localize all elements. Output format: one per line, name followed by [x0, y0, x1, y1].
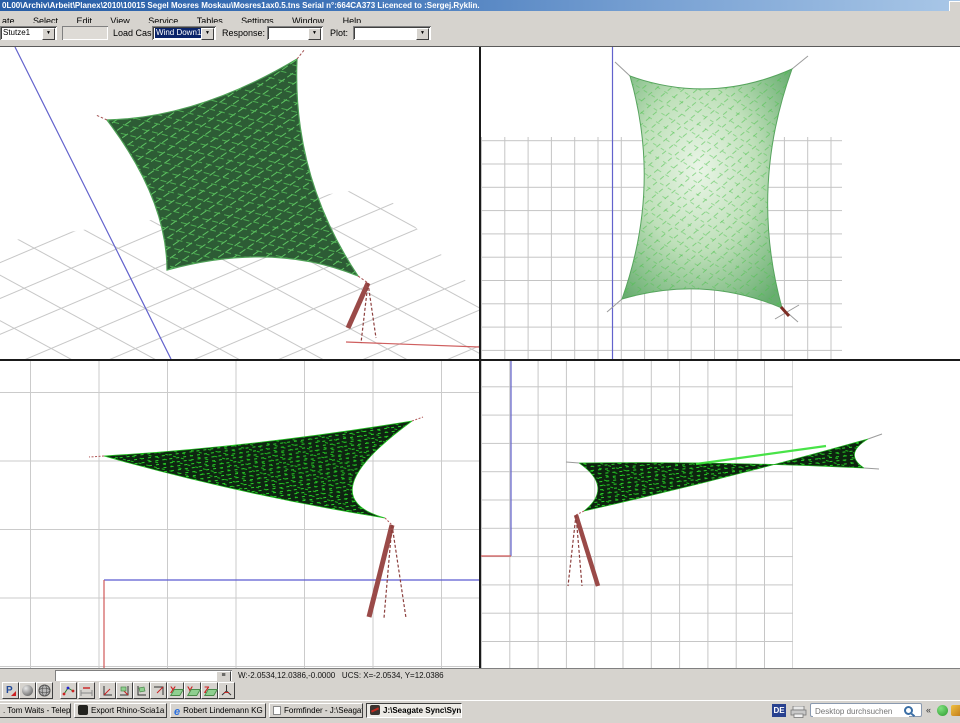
- green-plane-icon: [204, 689, 218, 696]
- application-window: 0L00\Archiv\Arbeit\Planex\2010\10015 Seg…: [0, 0, 960, 720]
- view-corner-3-button[interactable]: [133, 682, 150, 699]
- green-plane-icon: [187, 689, 201, 696]
- taskbar-item-label: Formfinder - J:\Seagate ...: [284, 706, 363, 715]
- wireframe-render-button[interactable]: [36, 682, 53, 699]
- status-bar: ≡ W:-2.0534,12.0386,-0.0000 UCS: X=-2.05…: [0, 668, 960, 682]
- formfinder-app-icon: [273, 706, 281, 715]
- viewport-area[interactable]: [0, 46, 960, 669]
- taskbar-item-formfinder[interactable]: Formfinder - J:\Seagate ...: [269, 703, 363, 718]
- chevron-down-icon[interactable]: ▼: [42, 28, 55, 40]
- viewport-divider-vertical[interactable]: [479, 47, 481, 669]
- taskbar-item-internet-explorer[interactable]: eRobert Lindemann KG Gr...: [170, 703, 266, 718]
- empty-field: [62, 26, 108, 40]
- viewport-perspective[interactable]: [0, 47, 479, 359]
- viewport-side-elevation[interactable]: [481, 361, 960, 669]
- printer-tray-icon[interactable]: [790, 705, 807, 723]
- rhino-app-icon: [78, 705, 88, 715]
- preview-p-button[interactable]: P: [2, 682, 19, 699]
- language-indicator[interactable]: DE: [772, 704, 786, 717]
- green-tray-icon[interactable]: [937, 705, 948, 716]
- search-input[interactable]: [813, 705, 909, 717]
- taskbar: . Tom Waits - Teleph... Export Rhino-Sci…: [0, 700, 960, 721]
- plot-combo[interactable]: ▼: [353, 26, 431, 40]
- green-plane-icon: [170, 689, 184, 696]
- shaded-sphere-icon: [21, 684, 34, 697]
- view-toolbar: P: [0, 681, 960, 700]
- view-axonometric-button[interactable]: [218, 682, 235, 699]
- command-input[interactable]: ≡: [55, 670, 232, 681]
- taskbar-item-export-rhino[interactable]: Export Rhino-Scia1a - Rh...: [74, 703, 167, 718]
- elevation-grid: [481, 361, 793, 669]
- seagate-sync-icon: [370, 705, 380, 715]
- taskbar-item-tom-waits[interactable]: . Tom Waits - Teleph...: [0, 703, 71, 718]
- wireframe-sphere-icon: [38, 684, 51, 697]
- viewport-front-elevation[interactable]: [0, 361, 479, 669]
- selection-combo-value: Stutze1: [3, 28, 43, 38]
- corner-axes-icon: [135, 684, 148, 697]
- elevation-grid: [0, 361, 479, 669]
- chevron-down-icon[interactable]: ▼: [308, 28, 321, 40]
- response-combo[interactable]: ▼: [267, 26, 323, 40]
- window-titlebar[interactable]: 0L00\Archiv\Arbeit\Planex\2010\10015 Seg…: [0, 0, 960, 11]
- viewport-plan[interactable]: [481, 47, 960, 359]
- chevron-down-icon[interactable]: ▼: [416, 28, 429, 40]
- view-y-button[interactable]: Y: [184, 682, 201, 699]
- viewport-divider-horizontal[interactable]: [0, 359, 960, 361]
- view-corner-2-button[interactable]: [116, 682, 133, 699]
- main-toolbar: Stutze1 ▼ Load Case: Wind Down15 ▼ Respo…: [0, 23, 960, 46]
- response-label: Response:: [222, 28, 265, 38]
- view-corner-1-button[interactable]: [99, 682, 116, 699]
- orange-tray-icon[interactable]: [951, 705, 960, 716]
- corner-axes-icon: [152, 684, 165, 697]
- taskbar-item-label: J:\Seagate Sync\Syn...: [383, 706, 462, 715]
- plot-label: Plot:: [330, 28, 348, 38]
- axonometric-axes-icon: [220, 684, 233, 697]
- view-z-button[interactable]: Z: [201, 682, 218, 699]
- corner-axes-icon: [118, 684, 131, 697]
- view-x-button[interactable]: X: [167, 682, 184, 699]
- membrane-sail-plan: [622, 69, 792, 308]
- dimension-button[interactable]: [78, 682, 95, 699]
- taskbar-item-seagate-sync[interactable]: J:\Seagate Sync\Syn...: [366, 703, 462, 718]
- taskbar-item-label: Export Rhino-Scia1a - Rh...: [91, 706, 167, 715]
- internet-explorer-icon: e: [174, 707, 180, 717]
- red-arrow-icon: [11, 691, 16, 696]
- window-title: 0L00\Archiv\Arbeit\Planex\2010\10015 Seg…: [2, 0, 480, 11]
- desktop-search-box[interactable]: [810, 703, 922, 717]
- shaded-render-button[interactable]: [19, 682, 36, 699]
- polyline-points-icon: [62, 684, 75, 697]
- taskbar-item-label: Robert Lindemann KG Gr...: [183, 706, 266, 715]
- corner-axes-icon: [101, 684, 114, 697]
- selection-combo[interactable]: Stutze1 ▼: [0, 26, 57, 40]
- load-case-combo[interactable]: Wind Down15 ▼: [152, 26, 216, 40]
- search-icon[interactable]: [904, 706, 913, 715]
- polyline-points-button[interactable]: [60, 682, 77, 699]
- view-corner-4-button[interactable]: [150, 682, 167, 699]
- coordinate-readout: W:-2.0534,12.0386,-0.0000 UCS: X=-2.0534…: [238, 671, 444, 680]
- load-case-combo-value: Wind Down15: [155, 28, 202, 38]
- chevron-down-icon[interactable]: ▼: [201, 28, 214, 40]
- response-combo-value: [270, 28, 309, 38]
- plot-combo-value: [356, 28, 417, 38]
- taskbar-item-label: . Tom Waits - Teleph...: [3, 706, 71, 715]
- dimension-icon: [80, 684, 93, 697]
- tray-expand-chevron[interactable]: «: [926, 704, 931, 717]
